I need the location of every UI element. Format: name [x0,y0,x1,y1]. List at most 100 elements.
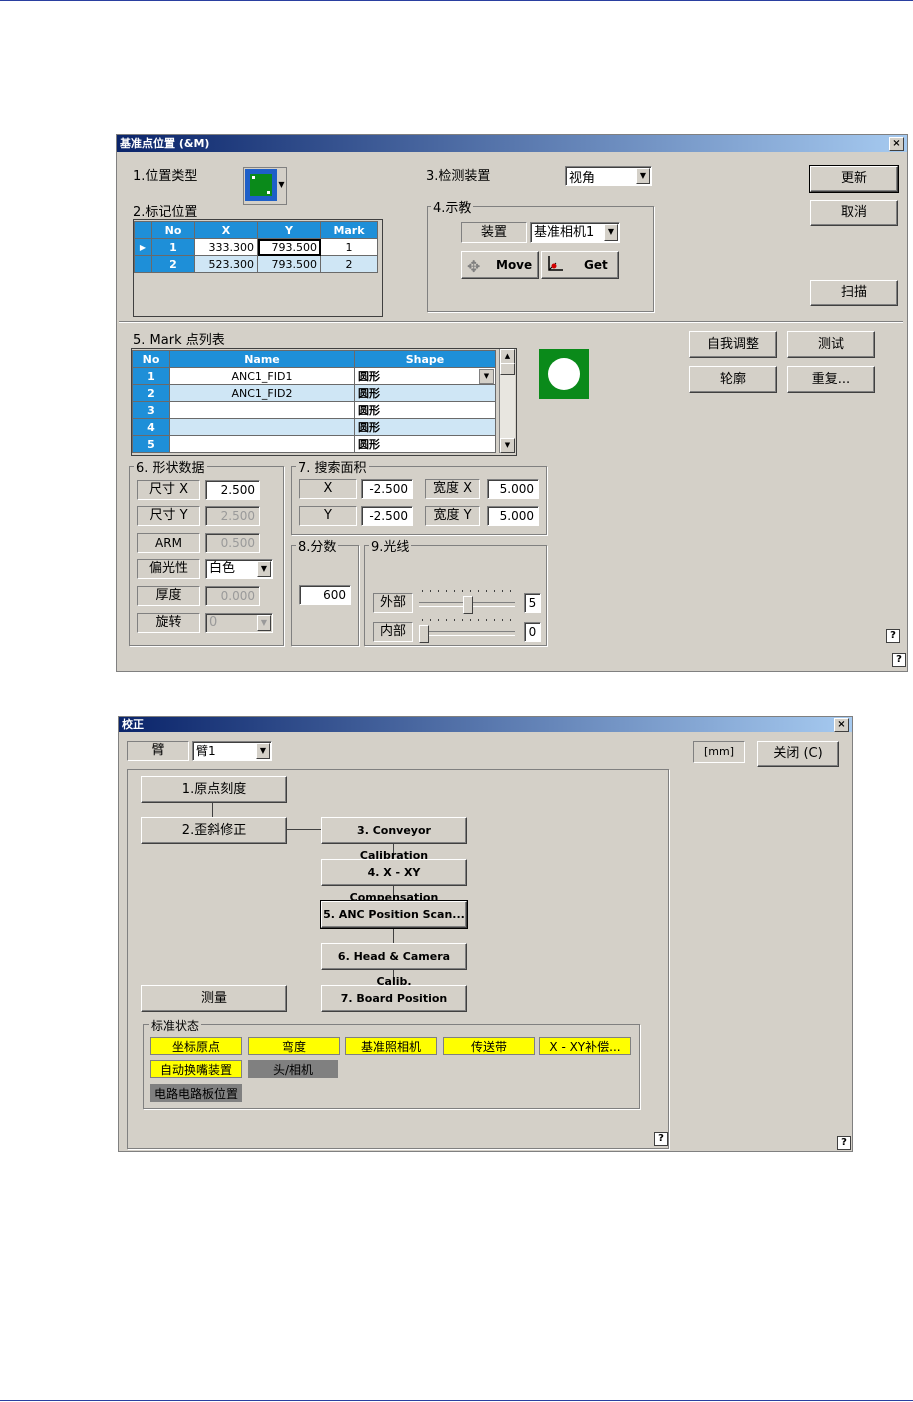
search-y-input[interactable]: -2.500 [361,506,413,526]
table-row[interactable]: 2 523.300 793.500 2 [134,255,378,273]
cell-no: 2 [151,255,195,273]
help-icon[interactable]: ? [654,1132,668,1146]
close-icon[interactable]: × [889,137,904,151]
search-x-input[interactable]: -2.500 [361,479,413,499]
table-row[interactable]: 1 ANC1_FID1 圆形 ▼ [132,367,496,385]
move-button[interactable]: ✥ Move [461,251,539,279]
polarity-select[interactable]: 白色 ▼ [205,559,273,579]
size-y-input[interactable]: 2.500 [205,506,260,526]
conveyor-calibration-button[interactable]: 3. Conveyor Calibration [321,817,467,862]
shape-select[interactable]: 圆形 ▼ [354,367,496,385]
chevron-down-icon[interactable]: ▼ [604,224,618,241]
cell-name[interactable] [169,401,355,419]
scroll-up-icon[interactable]: ▲ [500,349,515,364]
status-auto-nozzle-changer: 自动换嘴装置 [150,1060,242,1078]
scroll-down-icon[interactable]: ▼ [500,438,515,453]
polarity-value: 白色 [209,561,236,576]
scan-button[interactable]: 扫描 [810,280,898,306]
device-select[interactable]: 基准相机1 ▼ [530,222,620,243]
dialog-title: 校正 [122,718,144,731]
table-row[interactable]: 2 ANC1_FID2 圆形 [132,384,496,402]
device-value: 基准相机1 [534,225,595,240]
repeat-button[interactable]: 重复... [787,366,875,393]
measure-button[interactable]: 测量 [141,985,287,1012]
table-row[interactable]: 3 圆形 [132,401,496,419]
status-head-camera: 头/相机 [248,1060,338,1078]
arm-label: 臂 [127,741,189,761]
thickness-input[interactable]: 0.000 [205,586,260,606]
outer-light-slider-thumb[interactable] [463,596,473,614]
cell-shape[interactable]: 圆形 [354,435,496,453]
width-x-input[interactable]: 5.000 [487,479,539,499]
mark-list-scrollbar[interactable]: ▲ ▼ [499,349,515,453]
arm-input[interactable]: 0.500 [205,533,260,553]
cell-name[interactable] [169,418,355,436]
cell-name[interactable]: ANC1_FID1 [169,367,355,385]
arm-value: 臂1 [196,744,216,758]
chevron-down-icon[interactable]: ▼ [479,369,494,384]
cell-shape[interactable]: 圆形 [354,384,496,402]
update-button[interactable]: 更新 [809,165,899,193]
arm-select[interactable]: 臂1 ▼ [192,741,272,761]
cell-name[interactable] [169,435,355,453]
cell-no: 4 [132,418,170,436]
col-header-shape: Shape [354,350,496,368]
chevron-down-icon[interactable]: ▼ [278,169,285,201]
cell-mark[interactable]: 2 [320,255,378,273]
cell-y[interactable]: 793.500 [257,255,321,273]
cell-x[interactable]: 333.300 [194,238,258,256]
x-xy-compensation-button[interactable]: 4. X - XY Compensation [321,859,467,904]
outline-button[interactable]: 轮廓 [689,366,777,393]
inner-light-slider-thumb[interactable] [419,625,429,643]
rotation-select[interactable]: 0 ▼ [205,613,273,633]
cell-shape[interactable]: 圆形 [354,401,496,419]
get-button[interactable]: Get [541,251,619,279]
axes-icon [546,255,564,273]
table-row[interactable]: ▶ 1 333.300 793.500 1 [134,238,378,256]
close-button[interactable]: 关闭 (C) [757,741,839,767]
width-y-input[interactable]: 5.000 [487,506,539,526]
calibration-dialog: 校正 × 臂 臂1 ▼ [mm] 关闭 (C) 1.原点刻度 2.歪斜修正 3.… [118,716,853,1152]
cell-shape: 圆形 [358,370,380,383]
cell-y[interactable]: 793.500 [257,238,321,256]
polarity-label: 偏光性 [137,559,200,579]
table-row[interactable]: 5 圆形 [132,435,496,453]
mark-position-table: No X Y Mark ▶ 1 333.300 793.500 1 2 523.… [133,219,383,317]
table-row[interactable]: 4 圆形 [132,418,496,436]
chevron-down-icon[interactable]: ▼ [636,168,650,184]
status-board-position: 电路电路板位置 [150,1084,242,1102]
origin-scale-button[interactable]: 1.原点刻度 [141,776,287,803]
cell-x[interactable]: 523.300 [194,255,258,273]
chevron-down-icon[interactable]: ▼ [256,743,270,759]
outer-light-value: 5 [524,593,541,613]
board-position-button[interactable]: 7. Board Position [321,985,467,1012]
size-y-label: 尺寸 Y [137,506,200,526]
help-icon-corner[interactable]: ? [837,1136,851,1150]
device-label: 装置 [461,222,527,243]
cell-name[interactable]: ANC1_FID2 [169,384,355,402]
cell-shape[interactable]: 圆形 [354,418,496,436]
help-icon[interactable]: ? [886,629,900,643]
close-icon[interactable]: × [834,718,849,732]
size-x-input[interactable]: 2.500 [205,480,260,500]
inner-light-slider[interactable] [419,631,515,636]
help-icon-corner[interactable]: ? [892,653,906,667]
self-adjust-button[interactable]: 自我调整 [689,331,777,358]
test-button[interactable]: 测试 [787,331,875,358]
cancel-button[interactable]: 取消 [810,200,898,226]
inner-slider-ticks [422,619,514,621]
score-input[interactable]: 600 [299,585,351,605]
chevron-down-icon[interactable]: ▼ [257,615,271,631]
cell-mark[interactable]: 1 [320,238,378,256]
anc-position-scan-button[interactable]: 5. ANC Position Scan... [320,900,468,929]
scroll-thumb[interactable] [500,363,515,375]
connector [393,928,394,943]
chevron-down-icon[interactable]: ▼ [257,561,271,577]
detection-device-select[interactable]: 视角 ▼ [565,166,652,186]
position-type-label: 1.位置类型 [133,169,198,184]
status-coordinate-origin: 坐标原点 [150,1037,242,1055]
row-header-corner [134,221,152,239]
position-type-picker[interactable]: ▼ [243,167,287,205]
head-camera-calib-button[interactable]: 6. Head & Camera Calib. [321,943,467,988]
skew-correction-button[interactable]: 2.歪斜修正 [141,817,287,844]
